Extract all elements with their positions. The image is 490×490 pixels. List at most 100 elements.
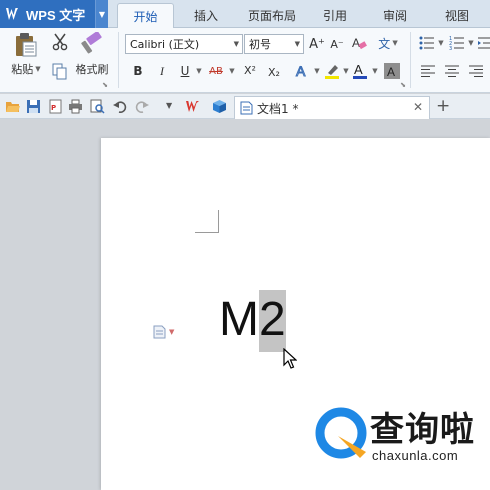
chevron-down-icon: ▼ [392,39,398,47]
phonetic-guide-label: 文 [378,36,391,51]
svg-text:A: A [352,36,360,50]
ribbon-toolbar: 粘贴 ▼ 格式刷 Calibri (正文) ▼ 初号 ▼ A⁺ A⁻ A 文 ▼… [0,28,490,93]
underline-button[interactable]: U [178,63,192,79]
wps-logo-icon [5,6,21,22]
bold-button[interactable]: B [131,63,145,79]
font-dialog-launcher-icon[interactable]: ⬊ [398,80,408,90]
strikethrough-dropdown-icon[interactable]: ▼ [226,63,236,79]
grow-font-button[interactable]: A⁺ [309,35,325,53]
format-painter-icon [81,32,102,54]
document-tab[interactable]: 文档1 * ✕ [234,96,430,119]
italic-button[interactable]: I [155,63,169,79]
char-shading-icon: A [384,63,400,79]
selected-text: 2 [258,290,286,352]
tab-home[interactable]: 开始 [117,3,174,28]
bullet-list-button[interactable] [418,34,436,52]
font-name-select[interactable]: Calibri (正文) ▼ [125,34,243,54]
export-pdf-icon[interactable]: P [48,99,63,114]
close-icon[interactable]: ✕ [413,100,423,114]
bullet-list-dropdown-icon[interactable]: ▼ [436,34,444,52]
clipboard-dialog-launcher-icon[interactable]: ⬊ [100,80,110,90]
ribbon-divider [118,32,119,88]
new-tab-plus-icon[interactable]: + [436,96,450,116]
quick-access-toolbar: P ▼ 文档1 * ✕ + [0,94,490,119]
numbered-list-button[interactable]: 1 2 3 [448,34,466,52]
chevron-down-icon: ▼ [294,40,300,48]
numbered-list-dropdown-icon[interactable]: ▼ [466,34,474,52]
align-left-icon [421,65,435,77]
font-color-icon: A [353,62,367,79]
decrease-indent-button[interactable] [477,34,490,52]
numbered-list-icon: 1 2 3 [449,36,464,50]
watermark-logo: 查询啦 chaxunla.com [314,406,484,470]
print-icon[interactable] [68,99,83,114]
svg-text:A: A [296,63,306,79]
font-color-button[interactable]: A [351,61,369,81]
underline-dropdown-icon[interactable]: ▼ [193,63,203,79]
app-menu-dropdown-icon[interactable]: ▼ [95,0,108,28]
svg-text:P: P [51,104,56,112]
save-icon[interactable] [26,99,41,114]
align-center-icon [445,65,459,77]
tab-references[interactable]: 引用 [312,3,358,28]
indent-icon [477,37,490,49]
template-cube-icon[interactable] [212,99,227,114]
copy-icon [52,63,67,79]
clear-format-button[interactable]: A [350,34,368,52]
chevron-down-icon: ▼ [169,328,175,336]
ribbon-divider [410,32,411,88]
paste-button[interactable]: 粘贴 ▼ [6,32,46,77]
scissors-icon [52,33,68,51]
shrink-font-button[interactable]: A⁻ [329,35,345,53]
customize-toolbar-dropdown-icon[interactable]: ▼ [166,101,172,110]
highlight-button[interactable] [323,61,341,81]
superscript-button[interactable]: X² [240,62,260,78]
svg-text:A: A [354,62,363,77]
open-folder-icon[interactable] [5,99,20,114]
chevron-down-icon: ▼ [233,40,239,48]
format-painter-label: 格式刷 [75,63,109,76]
align-right-button[interactable] [468,63,484,79]
font-size-select[interactable]: 初号 ▼ [244,34,304,54]
copy-button[interactable] [50,61,70,81]
text-effect-dropdown-icon[interactable]: ▼ [311,63,321,79]
wps-home-icon[interactable] [186,99,201,114]
format-painter-button[interactable]: 格式刷 [72,32,112,77]
document-tab-title: 文档1 * [257,101,299,116]
grow-font-label: A⁺ [309,36,325,52]
shrink-font-label: A⁻ [330,37,344,51]
body-text-plain: M [219,293,259,346]
app-menu-button[interactable]: WPS 文字 ▼ [0,0,108,28]
font-color-dropdown-icon[interactable]: ▼ [369,63,379,79]
document-body-text[interactable]: M2 [219,290,286,352]
watermark-text: 查询啦 [370,410,475,450]
watermark-url: chaxunla.com [372,448,459,463]
phonetic-guide-button[interactable]: 文 ▼ [376,33,400,53]
print-preview-icon[interactable] [90,99,105,114]
highlighter-icon [325,65,339,79]
paragraph-layout-icon [153,325,166,339]
undo-icon[interactable] [113,99,128,114]
font-size-value: 初号 [249,38,271,51]
app-title: WPS 文字 [26,7,86,23]
svg-text:3: 3 [449,46,452,50]
tab-page-layout[interactable]: 页面布局 [240,3,304,28]
align-left-button[interactable] [420,63,436,79]
tab-view[interactable]: 视图 [434,3,480,28]
redo-icon[interactable] [134,99,149,114]
subscript-button[interactable]: X₂ [264,64,284,80]
paste-icon [16,33,37,57]
tab-insert[interactable]: 插入 [183,3,229,28]
paragraph-layout-button[interactable]: ▼ [153,325,174,339]
strikethrough-button[interactable]: AB [206,63,226,79]
paste-dropdown-icon[interactable]: ▼ [35,65,40,73]
highlight-dropdown-icon[interactable]: ▼ [340,63,350,79]
cut-button[interactable] [50,32,70,52]
mouse-pointer-icon [283,348,297,369]
align-center-button[interactable] [444,63,460,79]
menu-tab-bar: WPS 文字 ▼ 开始 插入 页面布局 引用 审阅 视图 [0,0,490,28]
char-shading-button[interactable]: A [383,62,401,80]
text-effect-button[interactable]: A [294,62,312,80]
watermark-search-q-icon [315,407,367,459]
tab-review[interactable]: 审阅 [372,3,418,28]
